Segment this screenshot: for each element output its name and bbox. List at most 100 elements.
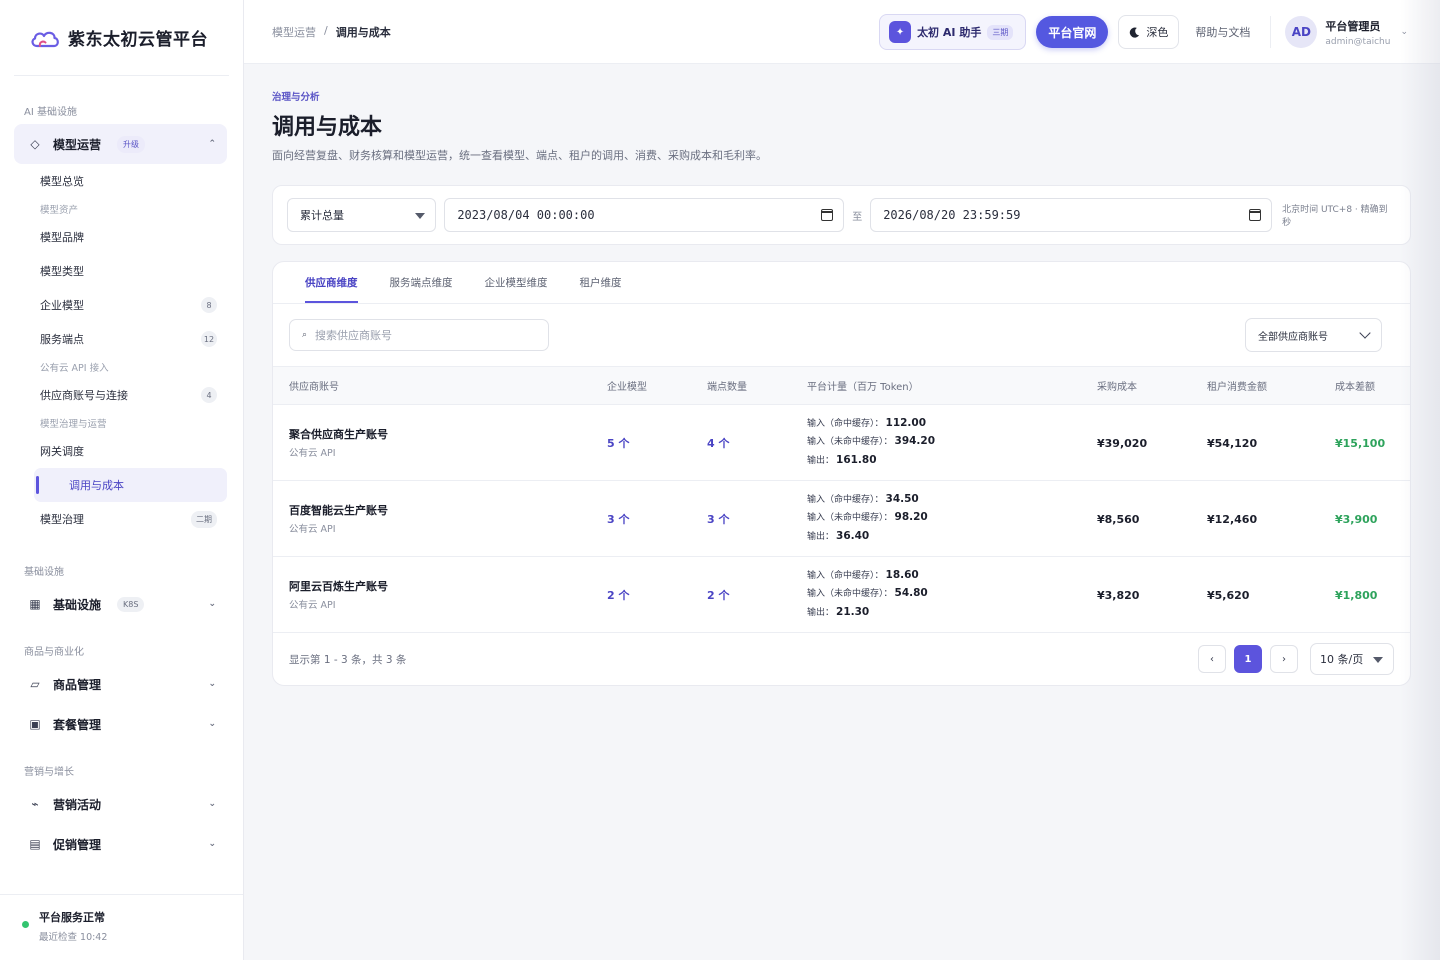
nav-subitem[interactable]: 调用与成本: [34, 468, 227, 502]
prev-page-button[interactable]: ‹: [1198, 645, 1226, 673]
avatar[interactable]: AD: [1285, 16, 1318, 48]
nav-item[interactable]: ▣ 套餐管理 ⌄: [14, 704, 227, 744]
start-datetime-input[interactable]: 2023/08/04 00:00:00: [444, 198, 845, 232]
meter-value: 34.50: [885, 492, 919, 505]
nav-subitem[interactable]: 网关调度: [14, 434, 227, 468]
brand-logo[interactable]: 紫东太初云管平台: [14, 0, 229, 76]
caret-down-icon: [1373, 657, 1383, 663]
sidebar: 紫东太初云管平台 AI 基础设施 ◇ 模型运营 升级 ⌃ 模型总览 模型资产 模型品牌 模型类型…: [0, 0, 244, 960]
chevron-down-icon[interactable]: ⌄: [208, 599, 216, 609]
nav-item-badge: K8S: [117, 596, 145, 612]
chevron-down-icon[interactable]: ⌄: [208, 719, 216, 729]
endpoint-count-link[interactable]: 4 个: [707, 437, 729, 450]
table-row[interactable]: 阿里云百炼生产账号 公有云 API 2 个2 个输入（命中缓存）： 18.60 输入（未…: [273, 556, 1410, 633]
chevron-down-icon[interactable]: ⌄: [1400, 27, 1408, 37]
col-tenant-spend[interactable]: 租户消费金额: [1207, 366, 1335, 405]
cell-cost-diff: ¥3,900: [1335, 480, 1410, 557]
nav-item[interactable]: ▱ 商品管理 ⌄: [14, 664, 227, 704]
pagination: 显示第 1 - 3 条，共 3 条 ‹ 1 › 10 条/页: [273, 633, 1410, 685]
meter-output: 输出： 21.30: [807, 604, 1097, 623]
tab-dimension[interactable]: 供应商维度: [289, 262, 374, 303]
chevron-down-icon[interactable]: ⌄: [208, 799, 216, 809]
next-page-button[interactable]: ›: [1270, 645, 1298, 673]
nav-subitem-label: 网关调度: [40, 445, 84, 458]
tenant-spend-value: ¥54,120: [1207, 436, 1258, 450]
chevron-up-icon[interactable]: ⌃: [208, 139, 216, 149]
dark-mode-label: 深色: [1146, 26, 1169, 39]
cell-tenant-spend: ¥5,620: [1207, 556, 1335, 633]
user-info[interactable]: 平台管理员 admin@taichu: [1325, 18, 1390, 47]
tab-dimension[interactable]: 租户维度: [564, 262, 638, 303]
nav-item[interactable]: ▤ 促销管理 ⌄: [14, 824, 227, 864]
tenant-spend-value: ¥5,620: [1207, 588, 1250, 602]
ai-assistant-label: 太初 AI 助手: [917, 26, 982, 39]
timezone-note: 北京时间 UTC+8 · 精确到秒: [1282, 205, 1388, 228]
chevron-down-icon[interactable]: ⌄: [208, 839, 216, 849]
col-vendor-account[interactable]: 供应商账号: [273, 366, 607, 405]
nav-item[interactable]: ▦ 基础设施 K8S ⌄: [14, 584, 227, 624]
cell-purchase-cost: ¥8,560: [1097, 480, 1207, 557]
brand-name: 紫东太初云管平台: [68, 30, 208, 50]
service-status: 平台服务正常 最近检查 10:42: [0, 894, 243, 960]
range-mode-value: 累计总量: [300, 209, 344, 222]
meter-value: 21.30: [836, 605, 870, 618]
help-docs-link[interactable]: 帮助与文档: [1195, 24, 1250, 40]
cost-diff-value: ¥15,100: [1335, 436, 1386, 450]
trend-icon: ⌁: [31, 797, 39, 811]
col-platform-metering[interactable]: 平台计量（百万 Token）: [807, 366, 1097, 405]
tab-dimension[interactable]: 服务端点维度: [374, 262, 469, 303]
vendor-filter-select[interactable]: 全部供应商账号: [1245, 318, 1382, 352]
dimension-tabs: 供应商维度 服务端点维度 企业模型维度 租户维度: [273, 262, 1410, 304]
page-button-current[interactable]: 1: [1234, 645, 1262, 673]
cell-endpoint-count: 2 个: [707, 556, 807, 633]
enterprise-models-link[interactable]: 2 个: [607, 589, 629, 602]
ai-assistant-button[interactable]: ✦ 太初 AI 助手 三期: [879, 14, 1027, 50]
cell-endpoint-count: 3 个: [707, 480, 807, 557]
tab-dimension[interactable]: 企业模型维度: [469, 262, 564, 303]
vendor-account-name[interactable]: 聚合供应商生产账号: [289, 426, 607, 442]
table-row[interactable]: 百度智能云生产账号 公有云 API 3 个3 个输入（命中缓存）： 34.50 输入（未…: [273, 480, 1410, 557]
breadcrumb-parent[interactable]: 模型运营: [272, 24, 316, 40]
nav-subitem[interactable]: 模型治理 二期: [14, 502, 227, 536]
vendor-account-name[interactable]: 阿里云百炼生产账号: [289, 578, 607, 594]
dark-mode-button[interactable]: 深色: [1118, 15, 1180, 49]
calendar-icon[interactable]: [1249, 209, 1262, 221]
meter-input-cache-hit: 输入（命中缓存）： 34.50: [807, 491, 1097, 510]
vendor-account-name[interactable]: 百度智能云生产账号: [289, 502, 607, 518]
nav-subitem[interactable]: 模型品牌: [14, 220, 227, 254]
col-enterprise-models[interactable]: 企业模型: [607, 366, 707, 405]
page-size-select[interactable]: 10 条/页: [1310, 643, 1394, 675]
nav-group-label: AI 基础设施: [24, 106, 77, 118]
status-title: 平台服务正常: [39, 911, 105, 924]
calendar-icon[interactable]: [821, 209, 834, 221]
chevron-down-icon[interactable]: ⌄: [208, 679, 216, 689]
nav-subitem[interactable]: 模型总览: [14, 164, 227, 198]
endpoint-count-link[interactable]: 3 个: [707, 513, 729, 526]
end-datetime-value: 2026/08/20 23:59:59: [883, 208, 1021, 222]
cell-tenant-spend: ¥12,460: [1207, 480, 1335, 557]
cell-tenant-spend: ¥54,120: [1207, 404, 1335, 481]
enterprise-models-link[interactable]: 3 个: [607, 513, 629, 526]
nav-subitem[interactable]: 企业模型 8: [14, 288, 227, 322]
nav-item[interactable]: ⌁ 营销活动 ⌄: [14, 784, 227, 824]
nav-subitem[interactable]: 供应商账号与连接 4: [14, 378, 227, 412]
range-mode-select[interactable]: 累计总量: [287, 198, 437, 232]
col-endpoint-count[interactable]: 端点数量: [707, 366, 807, 405]
col-cost-diff[interactable]: 成本差额: [1335, 366, 1410, 405]
meter-value: 112.00: [885, 416, 927, 429]
search-input[interactable]: ⌕ 搜索供应商账号: [289, 319, 549, 351]
table-row[interactable]: 聚合供应商生产账号 公有云 API 5 个4 个输入（命中缓存）： 112.00 输入（…: [273, 404, 1410, 481]
official-site-button[interactable]: 平台官网: [1036, 16, 1109, 48]
nav-subitem-label: 模型品牌: [40, 231, 84, 244]
col-purchase-cost[interactable]: 采购成本: [1097, 366, 1207, 405]
nav-item[interactable]: ◇ 模型运营 升级 ⌃: [14, 124, 227, 164]
nav-item-label: 基础设施: [53, 597, 102, 612]
nav-subitem-count: 4: [201, 387, 217, 403]
enterprise-models-link[interactable]: 5 个: [607, 437, 629, 450]
end-datetime-input[interactable]: 2026/08/20 23:59:59: [870, 198, 1273, 232]
endpoint-count-link[interactable]: 2 个: [707, 589, 729, 602]
nav-subitem[interactable]: 模型类型: [14, 254, 227, 288]
nav-subitem-label: 供应商账号与连接: [40, 389, 128, 402]
nav-subitem[interactable]: 服务端点 12: [14, 322, 227, 356]
meter-label: 输入（未命中缓存）：: [807, 437, 893, 448]
